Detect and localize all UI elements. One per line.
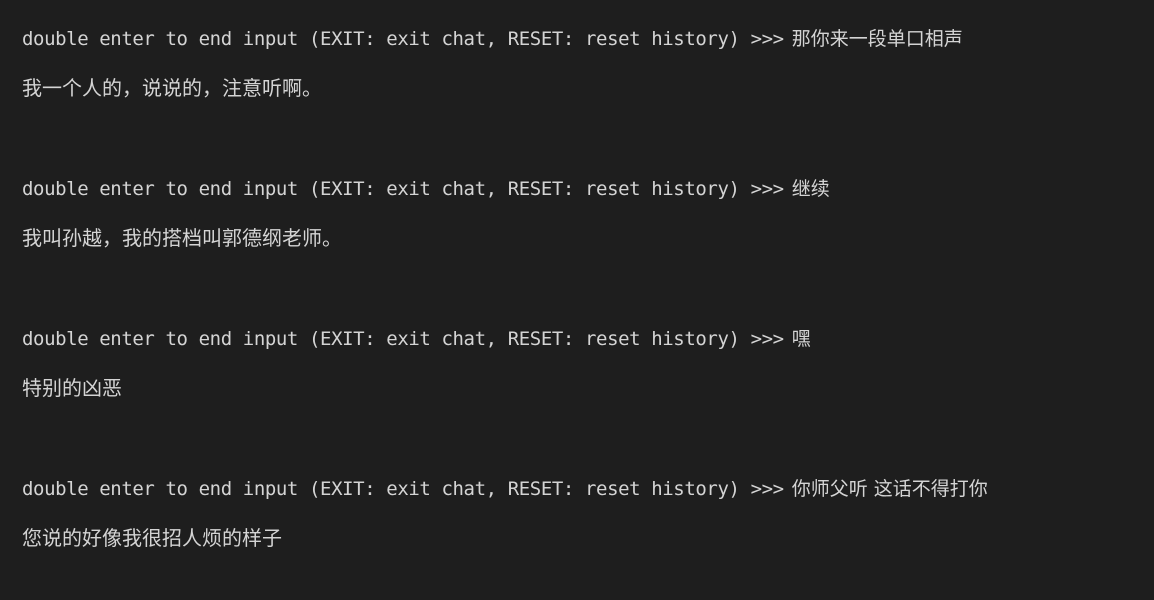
prompt-line: double enter to end input (EXIT: exit ch… [22, 326, 811, 352]
terminal-output[interactable]: double enter to end input (EXIT: exit ch… [0, 0, 1154, 551]
prompt-text: double enter to end input (EXIT: exit ch… [22, 328, 784, 350]
user-input-text: 你师父听 这话不得打你 [791, 478, 988, 500]
response-text: 我一个人的，说说的，注意听啊。 [22, 76, 322, 100]
user-input-text: 继续 [791, 178, 830, 200]
prompt-text: double enter to end input (EXIT: exit ch… [22, 178, 784, 200]
prompt-line: double enter to end input (EXIT: exit ch… [22, 176, 830, 202]
chat-exchange: double enter to end input (EXIT: exit ch… [22, 0, 1132, 150]
prompt-text: double enter to end input (EXIT: exit ch… [22, 478, 784, 500]
chat-exchange: double enter to end input (EXIT: exit ch… [22, 300, 1132, 450]
chat-exchange: double enter to end input (EXIT: exit ch… [22, 150, 1132, 300]
prompt-line: double enter to end input (EXIT: exit ch… [22, 476, 988, 502]
response-text: 您说的好像我很招人烦的样子 [22, 526, 282, 550]
user-input-text: 嘿 [791, 328, 811, 350]
user-input-text: 那你来一段单口相声 [791, 28, 963, 50]
response-text: 我叫孙越，我的搭档叫郭德纲老师。 [22, 226, 342, 250]
prompt-line: double enter to end input (EXIT: exit ch… [22, 26, 963, 52]
response-text: 特别的凶恶 [22, 376, 122, 400]
chat-exchange: double enter to end input (EXIT: exit ch… [22, 450, 1132, 600]
prompt-text: double enter to end input (EXIT: exit ch… [22, 28, 784, 50]
